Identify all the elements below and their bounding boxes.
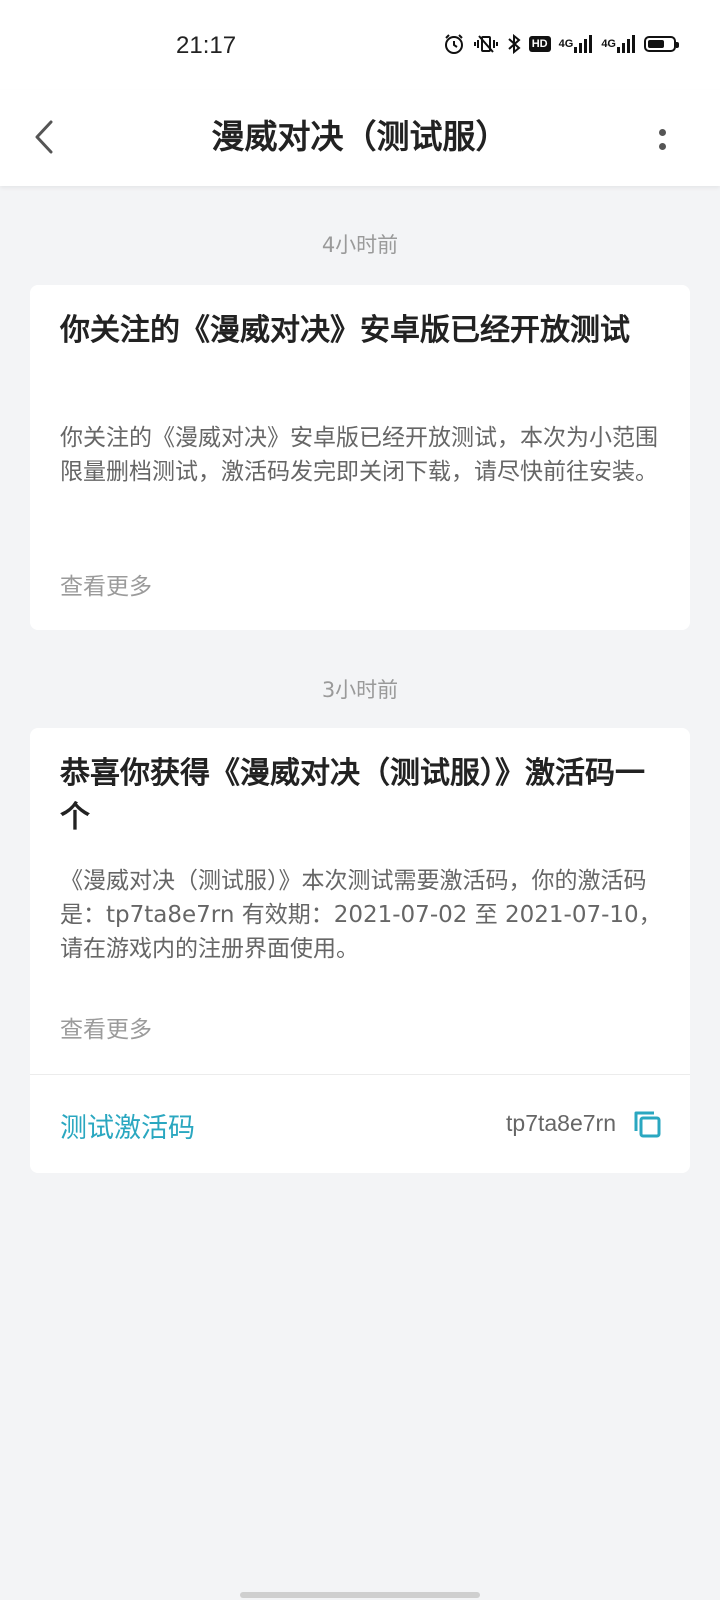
network-type-label: 4G bbox=[601, 38, 616, 50]
alarm-icon bbox=[443, 33, 465, 55]
app-header: 漫威对决（测试服） bbox=[0, 90, 720, 186]
activation-code-value: tp7ta8e7rn bbox=[506, 1110, 616, 1136]
message-body: 你关注的《漫威对决》安卓版已经开放测试，本次为小范围限量删档测试，激活码发完即关… bbox=[60, 425, 658, 485]
home-indicator[interactable] bbox=[240, 1592, 480, 1598]
copy-button[interactable] bbox=[632, 1109, 662, 1139]
battery-icon bbox=[644, 36, 679, 52]
status-time: 21:17 bbox=[176, 32, 237, 59]
page-title: 漫威对决（测试服） bbox=[211, 117, 509, 156]
message-card[interactable]: 你关注的《漫威对决》安卓版已经开放测试 你关注的《漫威对决》安卓版已经开放测试，… bbox=[30, 285, 690, 630]
view-more-link[interactable]: 查看更多 bbox=[60, 1010, 152, 1044]
view-more-link[interactable]: 查看更多 bbox=[60, 567, 152, 601]
more-vertical-icon bbox=[658, 142, 666, 150]
message-body: 《漫威对决（测试服）》本次测试需要激活码，你的激活码是：tp7ta8e7rn 有… bbox=[60, 868, 662, 962]
vibrate-icon bbox=[473, 34, 499, 54]
copy-icon bbox=[634, 1111, 661, 1138]
divider bbox=[30, 1074, 690, 1075]
network-type-label: 4G bbox=[558, 38, 574, 50]
more-vertical-icon bbox=[658, 128, 666, 136]
more-options-button[interactable] bbox=[650, 114, 674, 164]
bluetooth-icon bbox=[507, 34, 521, 54]
hd-icon: HD bbox=[528, 36, 551, 52]
status-icons: HD 4G 4G bbox=[443, 33, 679, 55]
message-title: 恭喜你获得《漫威对决（测试服）》激活码一个 bbox=[60, 756, 645, 835]
signal-4g-icon: 4G bbox=[559, 35, 594, 53]
message-timestamp: 3小时前 bbox=[321, 678, 399, 702]
message-card[interactable]: 恭喜你获得《漫威对决（测试服）》激活码一个 《漫威对决（测试服）》本次测试需要激… bbox=[30, 728, 690, 1173]
activation-code-label: 测试激活码 bbox=[60, 1113, 195, 1144]
signal-4g-icon: 4G bbox=[601, 35, 636, 53]
message-title: 你关注的《漫威对决》安卓版已经开放测试 bbox=[60, 313, 630, 348]
status-bar: 21:17 HD 4G 4G bbox=[0, 0, 720, 90]
battery-level bbox=[648, 40, 664, 48]
message-timestamp: 4小时前 bbox=[321, 233, 399, 257]
